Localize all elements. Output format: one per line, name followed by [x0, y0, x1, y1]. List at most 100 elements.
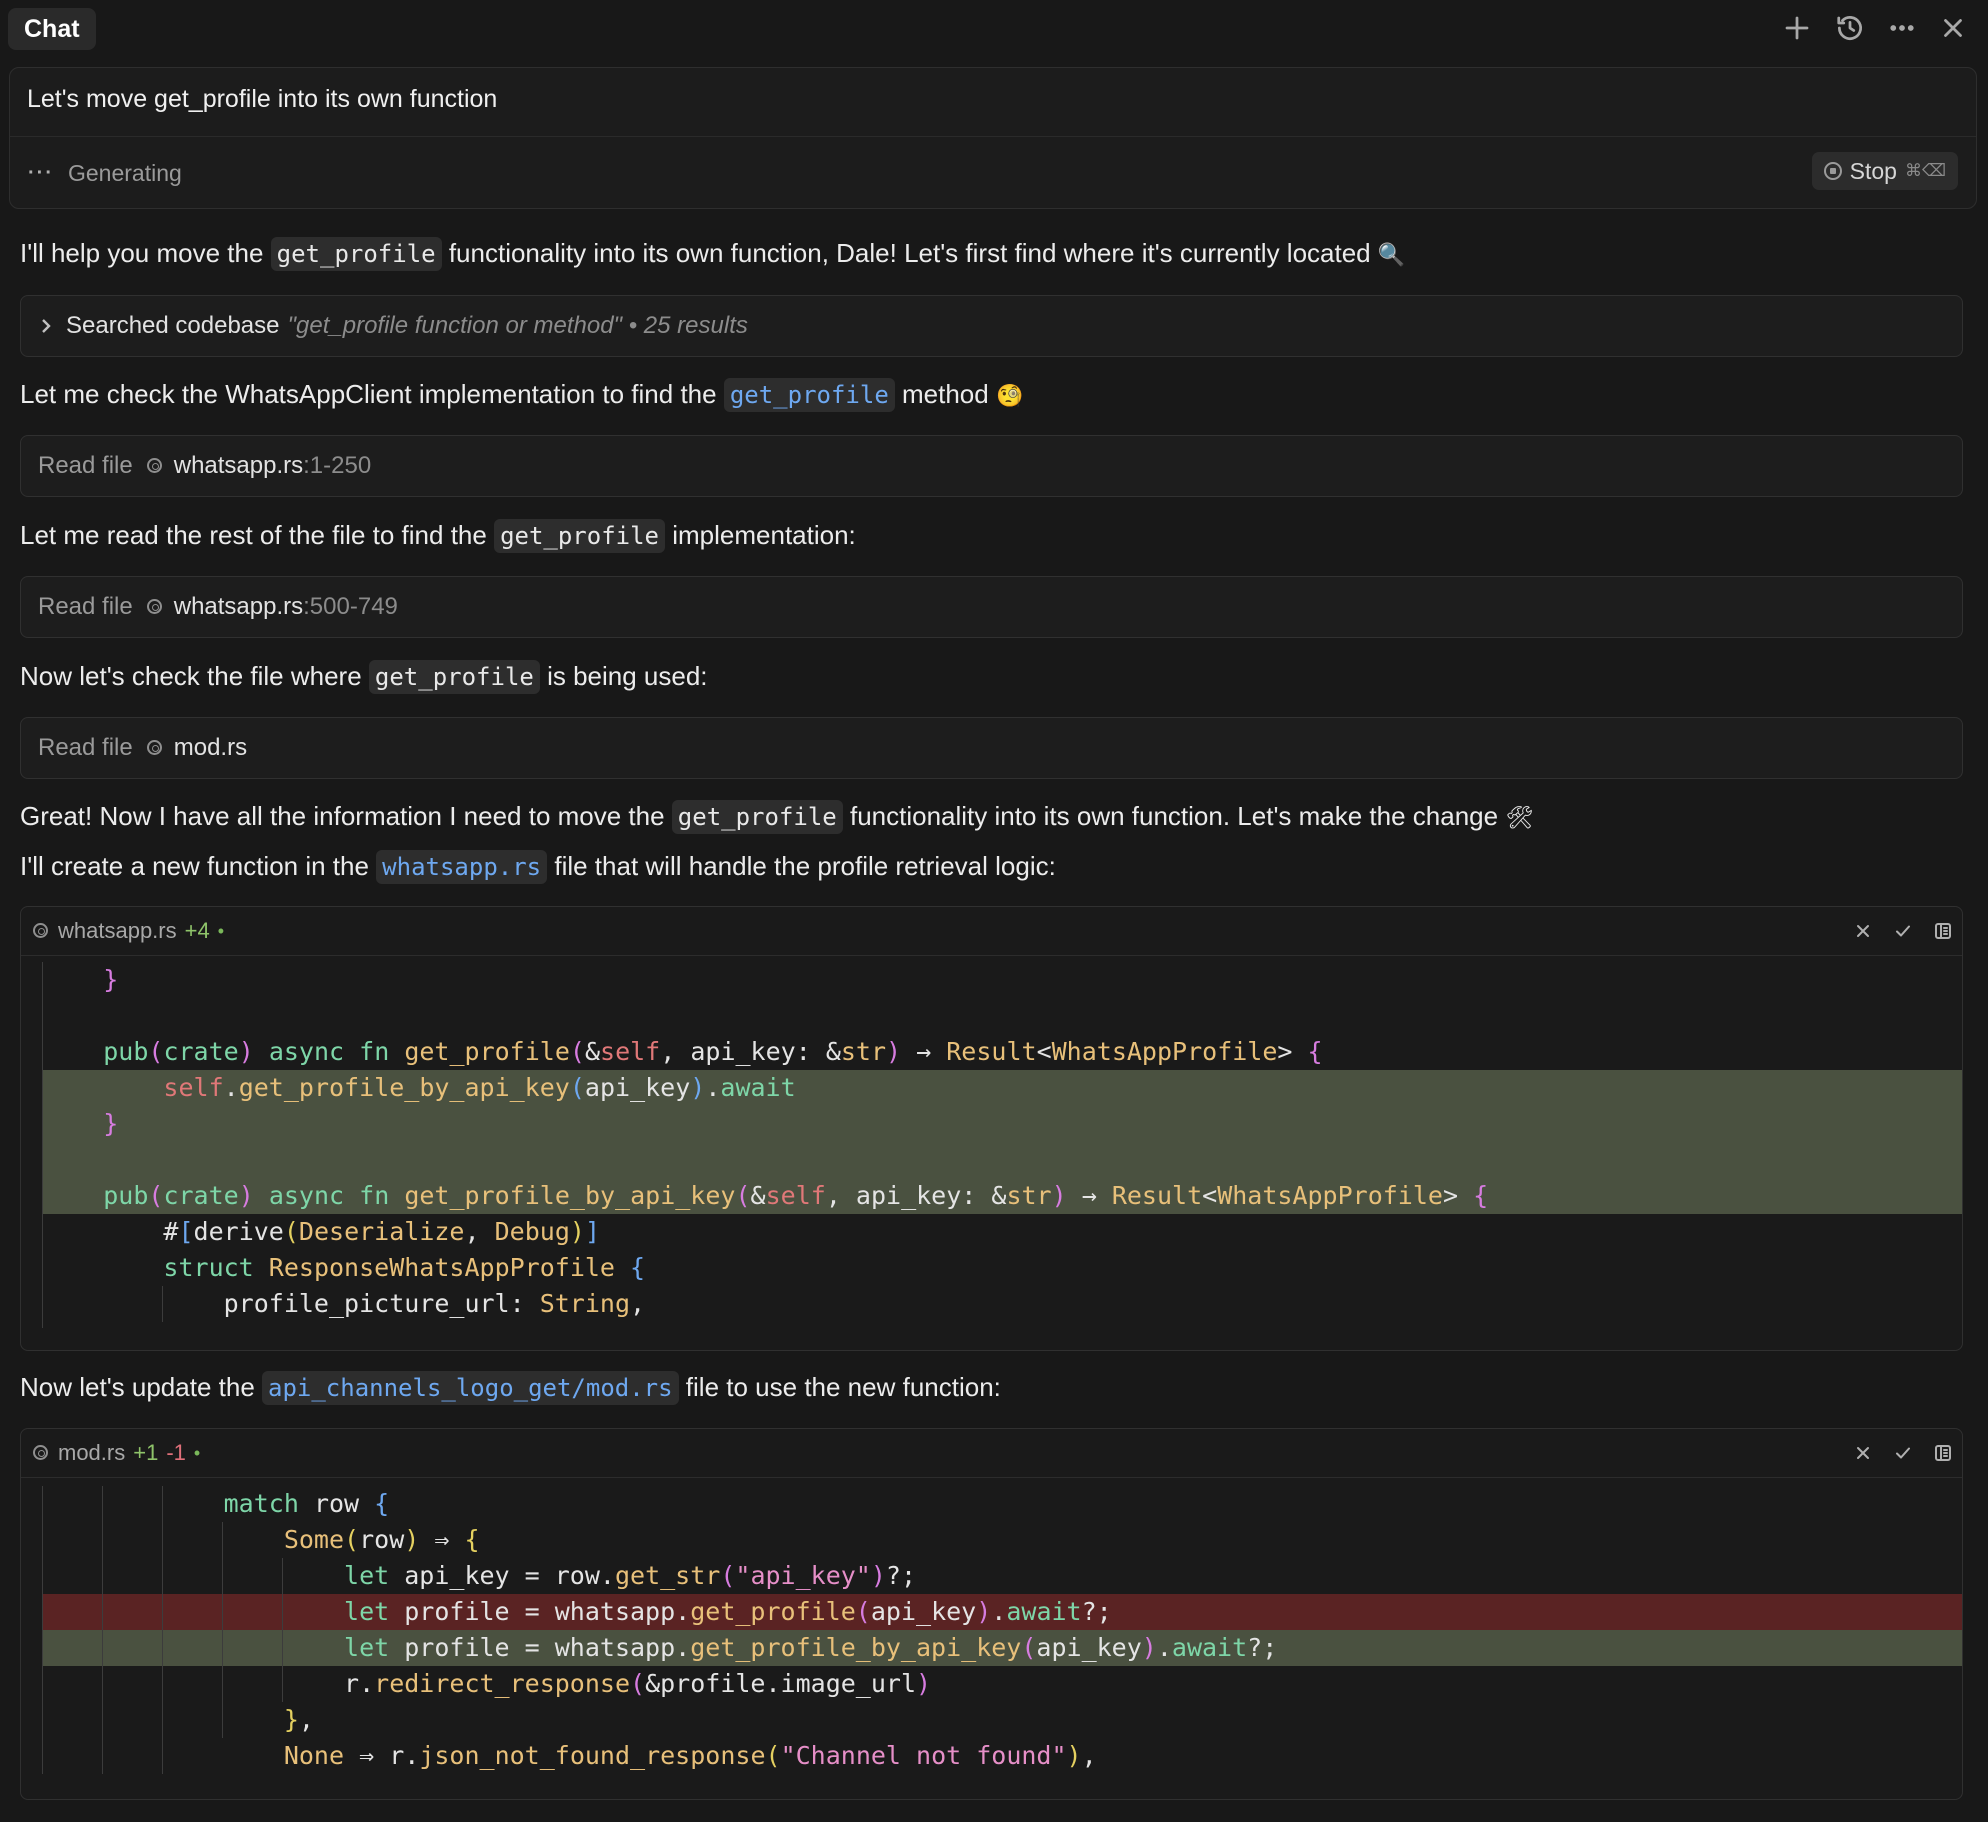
read-file-step[interactable]: Read file whatsapp.rs :500-749: [20, 576, 1963, 638]
line-range: :1-250: [303, 452, 372, 479]
open-diff-icon[interactable]: [1927, 915, 1959, 947]
reject-icon[interactable]: [1847, 915, 1879, 947]
code-line: },: [43, 1702, 1962, 1738]
text: method: [894, 379, 996, 409]
unsaved-dot: •: [193, 1442, 201, 1463]
accept-icon[interactable]: [1887, 915, 1919, 947]
code-token: <: [1202, 1181, 1218, 1210]
code-token: ?;: [885, 1561, 917, 1590]
code-token: .: [705, 1073, 721, 1102]
code-token: api_key = row.: [389, 1561, 615, 1590]
code-file-name[interactable]: mod.rs: [58, 1440, 125, 1466]
text: Now let's update the: [20, 1372, 262, 1402]
read-file-label: Read file: [38, 593, 133, 620]
stop-label: Stop: [1849, 157, 1897, 184]
inline-code: get_profile: [494, 519, 666, 553]
code-file-name[interactable]: whatsapp.rs: [58, 918, 177, 944]
code-token: row: [298, 1489, 375, 1518]
code-token: .: [991, 1597, 1007, 1626]
code-token: ⇒ r.: [344, 1741, 420, 1770]
code-token: .: [223, 1073, 239, 1102]
tools-emoji-icon: 🛠: [1505, 805, 1534, 830]
code-token: Deserialize: [298, 1217, 465, 1246]
code-token: ): [1141, 1633, 1157, 1662]
assistant-message: Now let's check the file where get_profi…: [20, 660, 708, 694]
code-token: ): [916, 1669, 932, 1698]
code-token: {: [1307, 1037, 1323, 1066]
assistant-message: I'll help you move the get_profile funct…: [20, 237, 1405, 271]
added-count: +4: [184, 918, 210, 943]
inline-code-link[interactable]: get_profile: [723, 378, 895, 412]
stop-shortcut: ⌘⌫: [1904, 161, 1946, 180]
text: Let me check the WhatsAppClient implemen…: [20, 379, 724, 409]
chevron-right-icon: [42, 319, 51, 333]
read-file-step[interactable]: Read file whatsapp.rs :1-250: [20, 435, 1963, 497]
code-token: api_key: [1036, 1633, 1142, 1662]
read-file-step[interactable]: Read file mod.rs: [20, 717, 1963, 779]
stop-icon: [1823, 162, 1842, 180]
history-icon[interactable]: [1832, 10, 1868, 46]
text: file to use the new function:: [678, 1372, 1001, 1402]
text: file that will handle the profile retrie…: [547, 851, 1056, 881]
rust-file-icon: [146, 457, 162, 473]
code-token: {: [464, 1525, 480, 1554]
code-token: ): [870, 1561, 886, 1590]
code-token: (: [148, 1037, 164, 1066]
code-block-header: mod.rs +1 -1 •: [21, 1429, 1962, 1478]
open-diff-icon[interactable]: [1927, 1437, 1959, 1469]
code-token: >: [1442, 1181, 1474, 1210]
code-line: Some(row) ⇒ {: [43, 1522, 1962, 1558]
code-token: {: [630, 1253, 646, 1282]
code-token: ): [238, 1181, 254, 1210]
code-token: (: [735, 1181, 751, 1210]
inline-code: get_profile: [270, 237, 442, 271]
user-prompt-box: Let's move get_profile into its own func…: [9, 67, 1977, 209]
code-token: ,: [1081, 1741, 1097, 1770]
code-line-added: let profile = whatsapp.get_profile_by_ap…: [43, 1630, 1962, 1666]
code-token: fn: [359, 1181, 390, 1210]
tab-chat[interactable]: Chat: [8, 8, 96, 50]
divider: [10, 136, 1976, 137]
more-options-icon[interactable]: [1884, 10, 1920, 46]
generating-status: ··· Generating: [28, 160, 182, 187]
code-token: profile = whatsapp.: [389, 1633, 691, 1662]
indent-guide: [162, 1486, 163, 1774]
inline-code-link[interactable]: whatsapp.rs: [376, 850, 548, 884]
indent-guide: [222, 1522, 223, 1738]
code-token: get_profile_by_api_key: [404, 1181, 736, 1210]
code-token: &: [584, 1037, 601, 1066]
inline-code-link[interactable]: api_channels_logo_get/mod.rs: [262, 1371, 679, 1405]
searched-codebase-step[interactable]: Searched codebase "get_profile function …: [20, 295, 1963, 357]
stop-button[interactable]: Stop ⌘⌫: [1811, 152, 1958, 190]
code-token: api_key: [584, 1073, 691, 1102]
code-token: await: [1006, 1597, 1082, 1626]
unsaved-dot: •: [217, 920, 225, 941]
code-token: profile_picture_url:: [223, 1289, 540, 1318]
reject-icon[interactable]: [1847, 1437, 1879, 1469]
code-token: async: [268, 1181, 345, 1210]
code-line: match row {: [43, 1486, 1962, 1522]
text: implementation:: [665, 520, 856, 550]
new-chat-icon[interactable]: [1779, 10, 1815, 46]
code-token: , api_key: &: [825, 1181, 1007, 1210]
code-token: "Channel not found": [780, 1741, 1067, 1770]
code-token: str: [840, 1037, 887, 1066]
code-line: }: [43, 1106, 1962, 1142]
code-token: {: [374, 1489, 390, 1518]
code-token: (: [720, 1561, 736, 1590]
assistant-message: Let me check the WhatsAppClient implemen…: [20, 378, 1023, 412]
code-token: WhatsAppProfile: [1051, 1037, 1278, 1066]
line-range: :500-749: [303, 593, 398, 620]
indent-guide: [102, 1486, 103, 1774]
close-icon[interactable]: [1935, 10, 1971, 46]
code-token: }: [283, 1705, 299, 1734]
rust-file-icon: [33, 1444, 48, 1460]
indent-guide: [162, 1286, 163, 1322]
accept-icon[interactable]: [1887, 1437, 1919, 1469]
code-line: pub(crate) async fn get_profile_by_api_k…: [43, 1178, 1962, 1214]
text: is being used:: [539, 661, 708, 691]
code-token: , api_key: &: [660, 1037, 841, 1066]
code-token: self: [163, 1073, 224, 1102]
